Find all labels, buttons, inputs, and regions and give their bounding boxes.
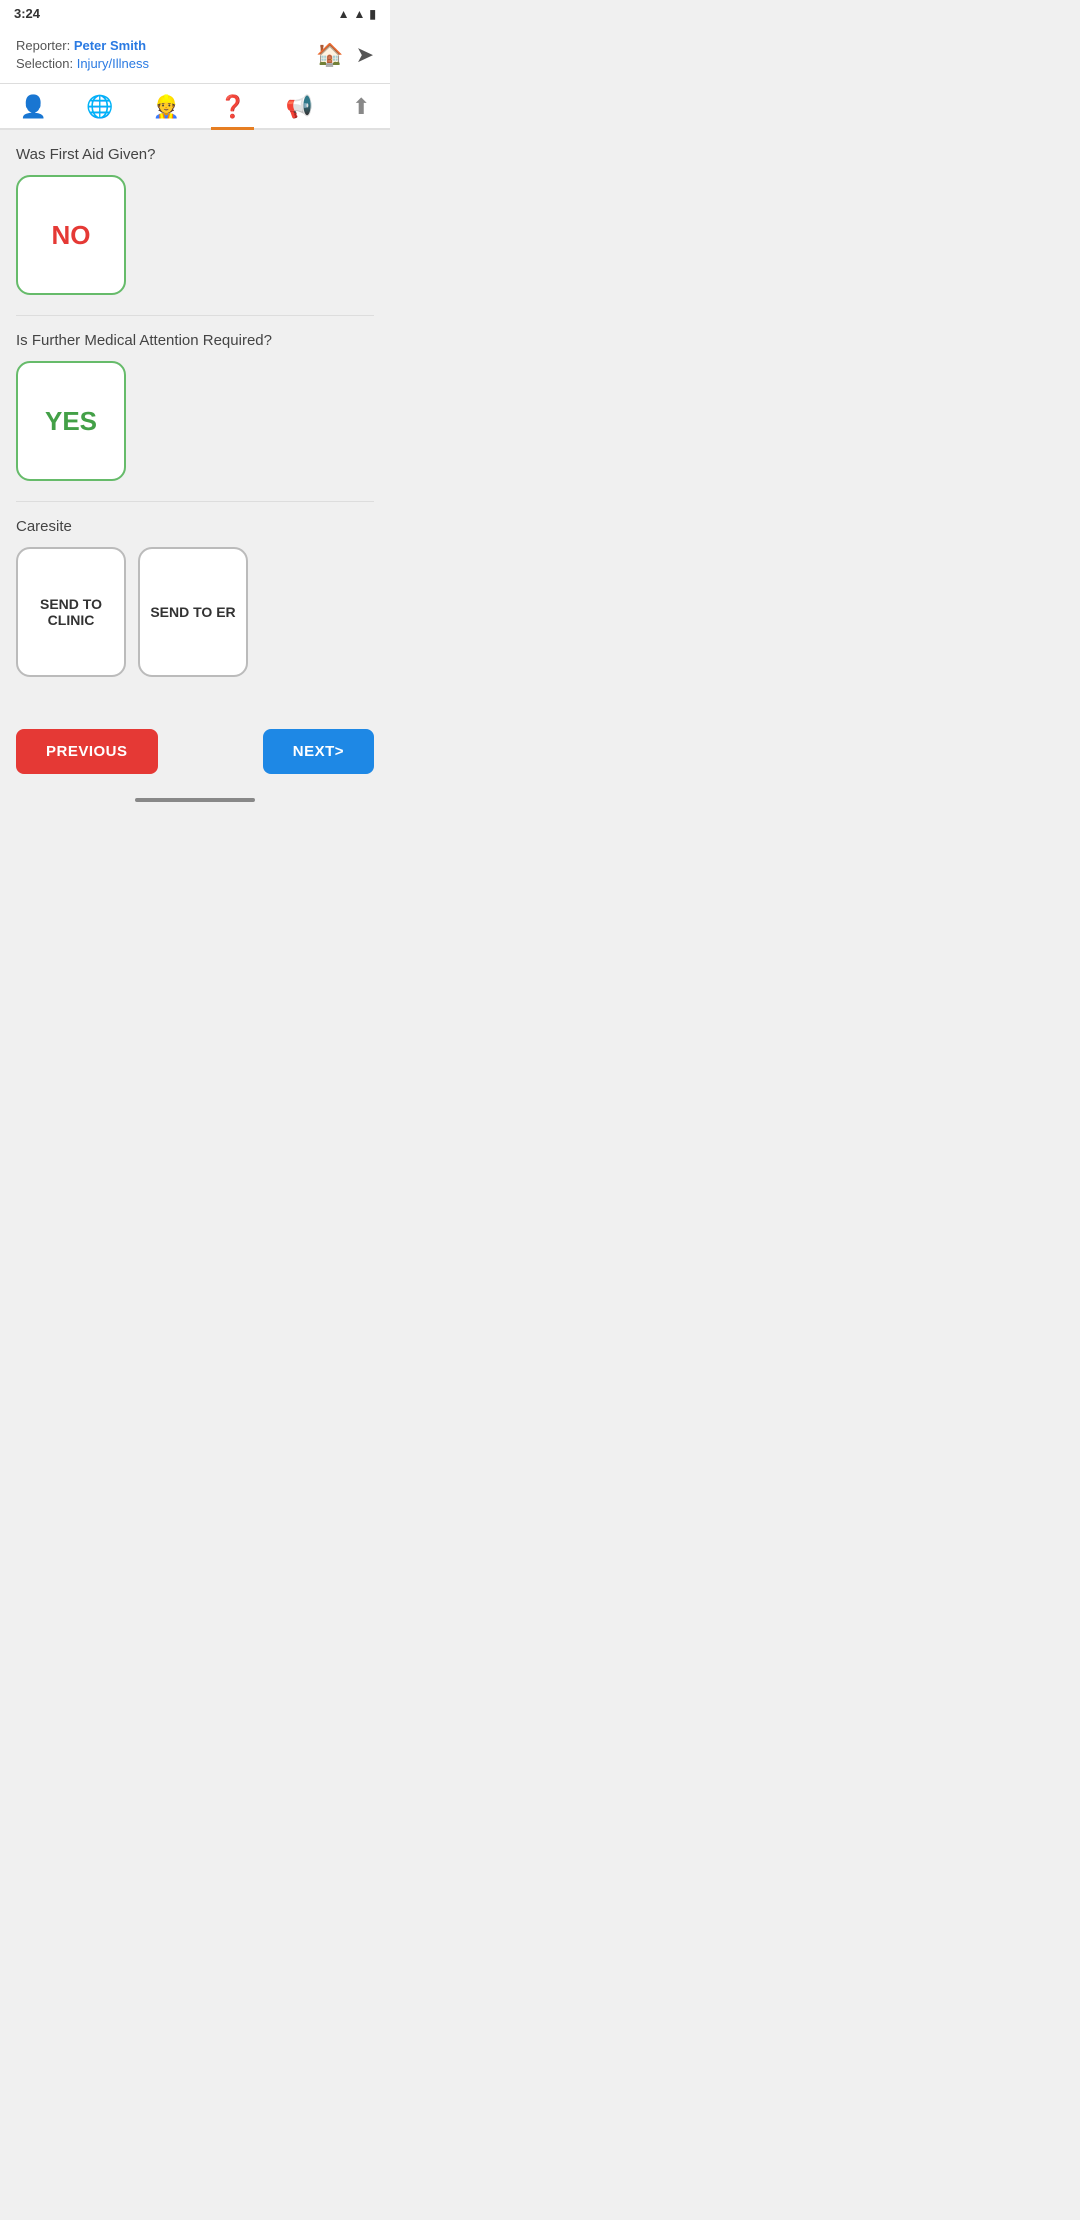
send-to-clinic-button[interactable]: SEND TO CLINIC <box>16 547 126 677</box>
medical-attention-options: YES <box>16 361 374 481</box>
tab-worker[interactable]: 👷 <box>145 90 188 128</box>
tab-person[interactable]: 👤 <box>12 90 55 128</box>
home-indicator <box>0 790 390 810</box>
first-aid-no-button[interactable]: NO <box>16 175 126 295</box>
reporter-label: Reporter: <box>16 38 70 53</box>
caresite-options: SEND TO CLINIC SEND TO ER <box>16 547 374 677</box>
first-aid-question: Was First Aid Given? <box>16 146 374 163</box>
status-icons: ▲ ▲ ▮ <box>338 7 376 21</box>
megaphone-tab-icon: 📢 <box>285 94 312 120</box>
divider-2 <box>16 501 374 502</box>
selection-label: Selection: <box>16 56 73 71</box>
next-button[interactable]: NEXT> <box>263 729 374 774</box>
divider-1 <box>16 315 374 316</box>
content: Was First Aid Given? NO Is Further Medic… <box>0 130 390 713</box>
home-icon[interactable]: 🏠 <box>316 42 343 68</box>
first-aid-options: NO <box>16 175 374 295</box>
bottom-nav: PREVIOUS NEXT> <box>0 713 390 790</box>
caresite-label: Caresite <box>16 518 374 535</box>
status-time: 3:24 <box>14 6 40 21</box>
medical-attention-yes-button[interactable]: YES <box>16 361 126 481</box>
header: Reporter: Peter Smith Selection: Injury/… <box>0 27 390 84</box>
first-aid-no-label: NO <box>52 220 91 251</box>
tab-question[interactable]: ❓ <box>211 90 254 128</box>
medical-attention-section: Is Further Medical Attention Required? Y… <box>16 332 374 481</box>
first-aid-section: Was First Aid Given? NO <box>16 146 374 295</box>
previous-button[interactable]: PREVIOUS <box>16 729 158 774</box>
tab-megaphone[interactable]: 📢 <box>277 90 320 128</box>
question-tab-icon: ❓ <box>219 94 246 120</box>
globe-tab-icon: 🌐 <box>86 94 113 120</box>
medical-attention-yes-label: YES <box>45 406 97 437</box>
nav-tabs: 👤 🌐 👷 ❓ 📢 ⬆ <box>0 84 390 130</box>
signal-icon: ▲ <box>338 7 350 21</box>
send-to-clinic-label: SEND TO CLINIC <box>28 596 114 628</box>
battery-icon: ▮ <box>369 7 376 21</box>
submit-icon[interactable]: ➤ <box>356 42 374 68</box>
header-icons: 🏠 ➤ <box>316 42 374 68</box>
selection-value: Injury/Illness <box>77 56 149 71</box>
worker-tab-icon: 👷 <box>153 94 180 120</box>
medical-attention-question: Is Further Medical Attention Required? <box>16 332 374 349</box>
status-bar: 3:24 ▲ ▲ ▮ <box>0 0 390 27</box>
person-tab-icon: 👤 <box>20 94 47 120</box>
reporter-row: Reporter: Peter Smith <box>16 37 149 55</box>
home-bar <box>135 798 255 802</box>
upload-tab-icon: ⬆ <box>352 94 370 120</box>
reporter-name: Peter Smith <box>74 38 146 53</box>
tab-upload[interactable]: ⬆ <box>344 90 378 128</box>
selection-row: Selection: Injury/Illness <box>16 55 149 73</box>
caresite-section: Caresite SEND TO CLINIC SEND TO ER <box>16 518 374 677</box>
wifi-icon: ▲ <box>354 7 366 21</box>
tab-globe[interactable]: 🌐 <box>78 90 121 128</box>
header-info: Reporter: Peter Smith Selection: Injury/… <box>16 37 149 73</box>
send-to-er-button[interactable]: SEND TO ER <box>138 547 248 677</box>
send-to-er-label: SEND TO ER <box>150 604 235 620</box>
